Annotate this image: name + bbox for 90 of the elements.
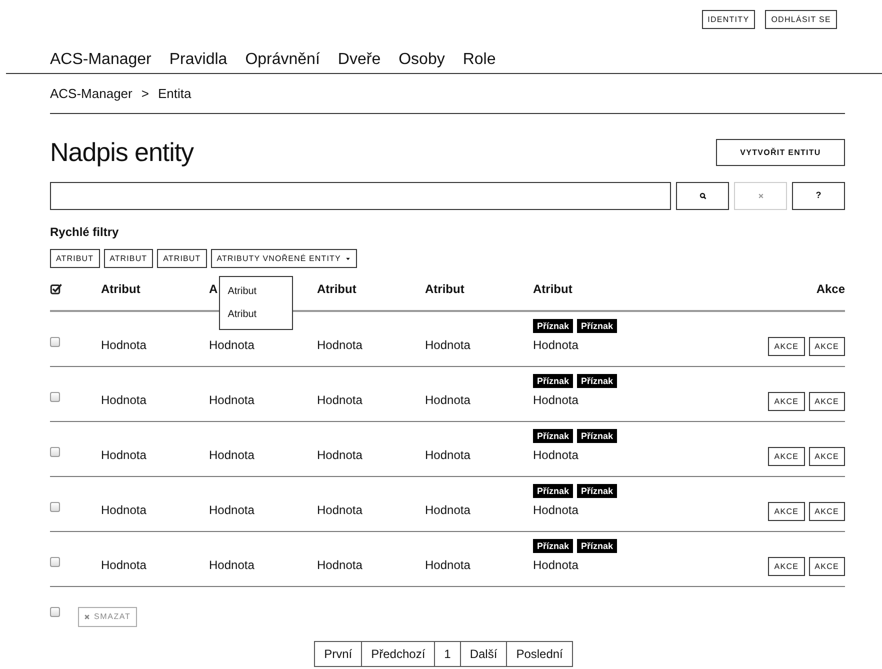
table-cell-text: Hodnota [317, 447, 364, 464]
search-button[interactable] [676, 182, 729, 210]
close-icon [758, 193, 764, 199]
checkbox[interactable] [50, 607, 60, 617]
flag-badge: Příznak [533, 539, 574, 553]
page-button[interactable]: Další [460, 641, 508, 667]
close-icon [84, 614, 90, 620]
breadcrumb-link[interactable]: Entita [158, 84, 192, 104]
column-header: Akce [816, 281, 845, 298]
page-button[interactable]: První [314, 641, 362, 667]
table-cell-text: Hodnota [317, 392, 364, 409]
table-cell-text: Hodnota [209, 337, 256, 354]
table-cell-text: Hodnota [533, 557, 580, 574]
table-cell-text: Hodnota [425, 337, 472, 354]
menu-item[interactable]: Atribut [220, 303, 292, 326]
table-cell-text: Hodnota [101, 392, 148, 409]
action-button[interactable]: AKCE [768, 337, 805, 356]
action-button[interactable]: AKCE [768, 447, 805, 466]
breadcrumb-separator: > [141, 84, 149, 103]
table-cell-text: Hodnota [101, 502, 148, 519]
table-cell-text: Hodnota [425, 557, 472, 574]
search-icon [698, 192, 706, 200]
table-cell-text: Hodnota [533, 447, 580, 464]
table-cell-text: Hodnota [101, 447, 148, 464]
checkbox[interactable] [50, 557, 60, 567]
flag-badge: Příznak [577, 484, 618, 498]
search-field[interactable] [50, 182, 671, 210]
flag-badge: Příznak [577, 429, 618, 443]
column-header: Atribut [533, 281, 572, 298]
action-button[interactable]: AKCE [808, 502, 845, 521]
table-cell-text: Hodnota [317, 502, 364, 519]
header-button[interactable]: ODHLÁSIT SE [765, 10, 837, 29]
table-cell-text: Hodnota [209, 502, 256, 519]
table-cell-text: Hodnota [317, 337, 364, 354]
action-button[interactable]: AKCE [808, 447, 845, 466]
header-button[interactable]: IDENTITY [702, 10, 756, 29]
table-cell-text: Hodnota [533, 502, 580, 519]
section-heading: Rychlé filtry [50, 224, 120, 241]
table-cell-text: Hodnota [209, 557, 256, 574]
column-header: Atribut [317, 281, 356, 298]
page-button[interactable]: Poslední [507, 641, 573, 667]
table-cell-text: Hodnota [533, 392, 580, 409]
action-button[interactable]: AKCE [808, 392, 845, 411]
column-header: Atribut [101, 281, 140, 298]
table-cell-text: Hodnota [425, 392, 472, 409]
nav-link[interactable]: Role [462, 48, 496, 72]
table-cell-text: Hodnota [533, 337, 580, 354]
nav-link[interactable]: Dveře [338, 48, 381, 72]
flag-badge: Příznak [533, 484, 574, 498]
flag-badge: Příznak [533, 429, 574, 443]
nav-link[interactable]: Osoby [398, 48, 445, 72]
menu-item[interactable]: Atribut [220, 280, 292, 303]
filter-button[interactable]: ATRIBUT [50, 249, 100, 268]
table-cell-text: Hodnota [317, 557, 364, 574]
breadcrumb-link[interactable]: ACS-Manager [50, 84, 132, 104]
flag-badge: Příznak [533, 374, 574, 388]
nav-link[interactable]: Oprávnění [245, 48, 320, 72]
nav-link[interactable]: Pravidla [169, 48, 228, 72]
action-button[interactable]: AKCE [808, 557, 845, 576]
page-button[interactable]: 1 [435, 641, 461, 667]
help-button[interactable]: ? [792, 182, 845, 210]
action-button[interactable]: AKCE [768, 502, 805, 521]
create-button[interactable]: VYTVOŘIT ENTITU [716, 139, 845, 166]
caret-icon [344, 256, 351, 262]
table-cell-text: Hodnota [209, 392, 256, 409]
flag-badge: Příznak [577, 374, 618, 388]
filter-button[interactable]: ATRIBUT [104, 249, 154, 268]
filter-button[interactable]: ATRIBUT [157, 249, 207, 268]
checkbox[interactable] [50, 337, 60, 347]
checkbox[interactable] [50, 447, 60, 457]
dropdown-button[interactable]: ATRIBUTY VNOŘENÉ ENTITY [210, 249, 357, 268]
table-cell-text: Hodnota [101, 337, 148, 354]
checkbox[interactable] [50, 283, 62, 295]
action-button[interactable]: AKCE [768, 557, 805, 576]
checkbox[interactable] [50, 392, 60, 402]
column-header: Atribut [425, 281, 464, 298]
table-cell-text: Hodnota [101, 557, 148, 574]
table-cell-text: Hodnota [209, 447, 256, 464]
page-button[interactable]: Předchozí [362, 641, 436, 667]
table-cell-text: Hodnota [425, 502, 472, 519]
nav-link[interactable]: ACS-Manager [50, 48, 152, 72]
table-cell-text: Hodnota [425, 447, 472, 464]
column-header: A [209, 281, 218, 298]
flag-badge: Příznak [533, 319, 574, 333]
flag-badge: Příznak [577, 319, 618, 333]
action-button[interactable]: AKCE [768, 392, 805, 411]
page-title: Nadpis entity [50, 136, 194, 169]
checkbox[interactable] [50, 502, 60, 512]
action-button[interactable]: AKCE [808, 337, 845, 356]
flag-badge: Příznak [577, 539, 618, 553]
